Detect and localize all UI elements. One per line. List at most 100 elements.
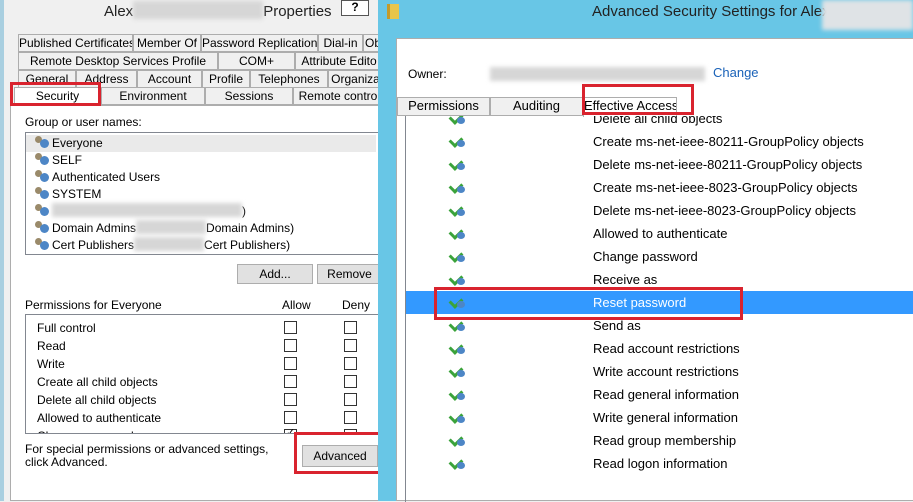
allow-checkbox[interactable]	[284, 393, 297, 406]
allow-checkbox[interactable]	[284, 375, 297, 388]
tab-organiza[interactable]: Organiza	[328, 70, 383, 88]
deny-checkbox[interactable]	[344, 339, 357, 352]
user-list-item[interactable]: SYSTEM	[34, 186, 382, 203]
user-name: SYSTEM	[52, 187, 102, 201]
entry-label: Write account restrictions	[593, 364, 739, 379]
permission-row: Write	[26, 355, 382, 373]
permission-row: Full control	[26, 319, 382, 337]
effective-access-entry[interactable]: Read group membership	[406, 429, 913, 452]
allowed-permission-icon	[450, 134, 466, 148]
change-owner-link[interactable]: Change	[713, 65, 759, 80]
effective-access-entry[interactable]: Allowed to authenticate	[406, 222, 913, 245]
owner-label: Owner:	[408, 67, 447, 81]
tab-auditing[interactable]: Auditing	[490, 97, 583, 116]
tab-published-certificates[interactable]: Published Certificates	[18, 34, 133, 52]
user-group-icon	[34, 136, 50, 148]
user-list-item[interactable]: Authenticated Users	[34, 169, 382, 186]
permissions-list[interactable]: Full control Read Write Create all child ob…	[25, 314, 382, 434]
allowed-permission-icon	[450, 272, 466, 286]
deny-checkbox[interactable]	[344, 393, 357, 406]
effective-access-entry[interactable]: Create ms-net-ieee-80211-GroupPolicy obj…	[406, 130, 913, 153]
deny-checkbox[interactable]	[344, 357, 357, 370]
entry-label: Read account restrictions	[593, 341, 740, 356]
user-name: Cert Publishers	[52, 238, 135, 252]
entry-label: Read group membership	[593, 433, 737, 448]
allow-checkbox[interactable]	[284, 339, 297, 352]
effective-access-entry[interactable]: Send as	[406, 314, 913, 337]
window-title: Advanced Security Settings for Alexa	[592, 3, 838, 20]
allowed-permission-icon	[450, 456, 466, 470]
remove-button[interactable]: Remove	[317, 264, 382, 284]
effective-access-entry[interactable]: Read account restrictions	[406, 337, 913, 360]
entry-label: Read general information	[593, 387, 739, 402]
allowed-permission-icon	[450, 249, 466, 263]
tab-com-[interactable]: COM+	[218, 52, 295, 70]
tab-dial-in[interactable]: Dial-in	[318, 34, 363, 52]
user-list-item[interactable]: SELF	[34, 152, 382, 169]
deny-header: Deny	[342, 298, 371, 312]
effective-access-entry[interactable]: Delete all child objects	[406, 116, 913, 130]
redacted-text	[136, 220, 207, 234]
effective-access-entry[interactable]: Delete ms-net-ieee-80211-GroupPolicy obj…	[406, 153, 913, 176]
user-list-item[interactable]: )	[34, 203, 382, 220]
user-group-icon	[34, 153, 50, 165]
user-list-item[interactable]: Domain Admins Domain Admins)	[34, 220, 382, 237]
permissions-label: Permissions for Everyone	[25, 298, 162, 312]
allow-checkbox[interactable]	[284, 357, 297, 370]
properties-dialog: Alex Properties ? Published Certificates M…	[0, 0, 383, 501]
entry-label: Change password	[593, 249, 698, 264]
effective-access-entry[interactable]: Read general information	[406, 383, 913, 406]
dialog-title: Alex Properties	[104, 1, 332, 20]
allowed-permission-icon	[450, 341, 466, 355]
deny-checkbox[interactable]	[344, 321, 357, 334]
permission-name: Change password	[37, 429, 134, 433]
user-group-icon	[34, 238, 50, 250]
user-name: Domain Admins	[52, 221, 137, 235]
entry-label: Delete ms-net-ieee-8023-GroupPolicy obje…	[593, 203, 857, 218]
permission-name: Read	[37, 339, 66, 353]
user-group-icon	[34, 221, 50, 233]
effective-access-entry[interactable]: Delete ms-net-ieee-8023-GroupPolicy obje…	[406, 199, 913, 222]
effective-access-entry[interactable]: Create ms-net-ieee-8023-GroupPolicy obje…	[406, 176, 913, 199]
add-button[interactable]: Add...	[237, 264, 313, 284]
tab-permissions[interactable]: Permissions	[397, 97, 490, 116]
allow-checkbox[interactable]	[284, 411, 297, 424]
tab-profile[interactable]: Profile	[202, 70, 250, 88]
user-list-item[interactable]: Cert Publishers Cert Publishers)	[34, 237, 382, 254]
advanced-security-window: Advanced Security Settings for Alexa Own…	[378, 0, 913, 502]
permission-name: Delete all child objects	[37, 393, 157, 407]
tab-remote-desktop-services-profile[interactable]: Remote Desktop Services Profile	[18, 52, 218, 70]
tab-member-of[interactable]: Member Of	[133, 34, 201, 52]
entry-label: Write general information	[593, 410, 738, 425]
effective-access-highlight	[582, 84, 694, 115]
effective-access-entry[interactable]: Write account restrictions	[406, 360, 913, 383]
effective-access-entry[interactable]: Change password	[406, 245, 913, 268]
effective-access-list[interactable]: Delete all child objects Create ms-net-ie…	[405, 116, 913, 502]
allowed-permission-icon	[450, 180, 466, 194]
entry-label: Create ms-net-ieee-8023-GroupPolicy obje…	[593, 180, 858, 195]
redacted-text	[134, 237, 205, 251]
allow-checkbox[interactable]	[284, 321, 297, 334]
user-list-item[interactable]: Everyone	[26, 135, 376, 152]
deny-checkbox[interactable]	[344, 411, 357, 424]
effective-access-entry[interactable]: Write general information	[406, 406, 913, 429]
effective-access-entry[interactable]: Read logon information	[406, 452, 913, 475]
tab-password-replication[interactable]: Password Replication	[201, 34, 318, 52]
deny-checkbox[interactable]	[344, 375, 357, 388]
tab-environment[interactable]: Environment	[101, 87, 205, 105]
tab-sessions[interactable]: Sessions	[205, 87, 293, 105]
permission-name: Allowed to authenticate	[37, 411, 162, 425]
permission-name: Create all child objects	[37, 375, 158, 389]
tab-remote-contro[interactable]: Remote contro	[293, 87, 383, 105]
tab-account[interactable]: Account	[137, 70, 202, 88]
help-button[interactable]: ?	[341, 0, 369, 16]
tab-telephones[interactable]: Telephones	[250, 70, 328, 88]
entry-label: Read logon information	[593, 456, 728, 471]
permission-row: Create all child objects	[26, 373, 382, 391]
tab-attribute-edito[interactable]: Attribute Edito	[295, 52, 383, 70]
allowed-permission-icon	[450, 157, 466, 171]
allowed-permission-icon	[450, 203, 466, 217]
user-name: SELF	[52, 153, 83, 167]
user-list[interactable]: Everyone SELF Authenticated Users SYSTEM) Do…	[25, 132, 382, 255]
allowed-permission-icon	[450, 226, 466, 240]
